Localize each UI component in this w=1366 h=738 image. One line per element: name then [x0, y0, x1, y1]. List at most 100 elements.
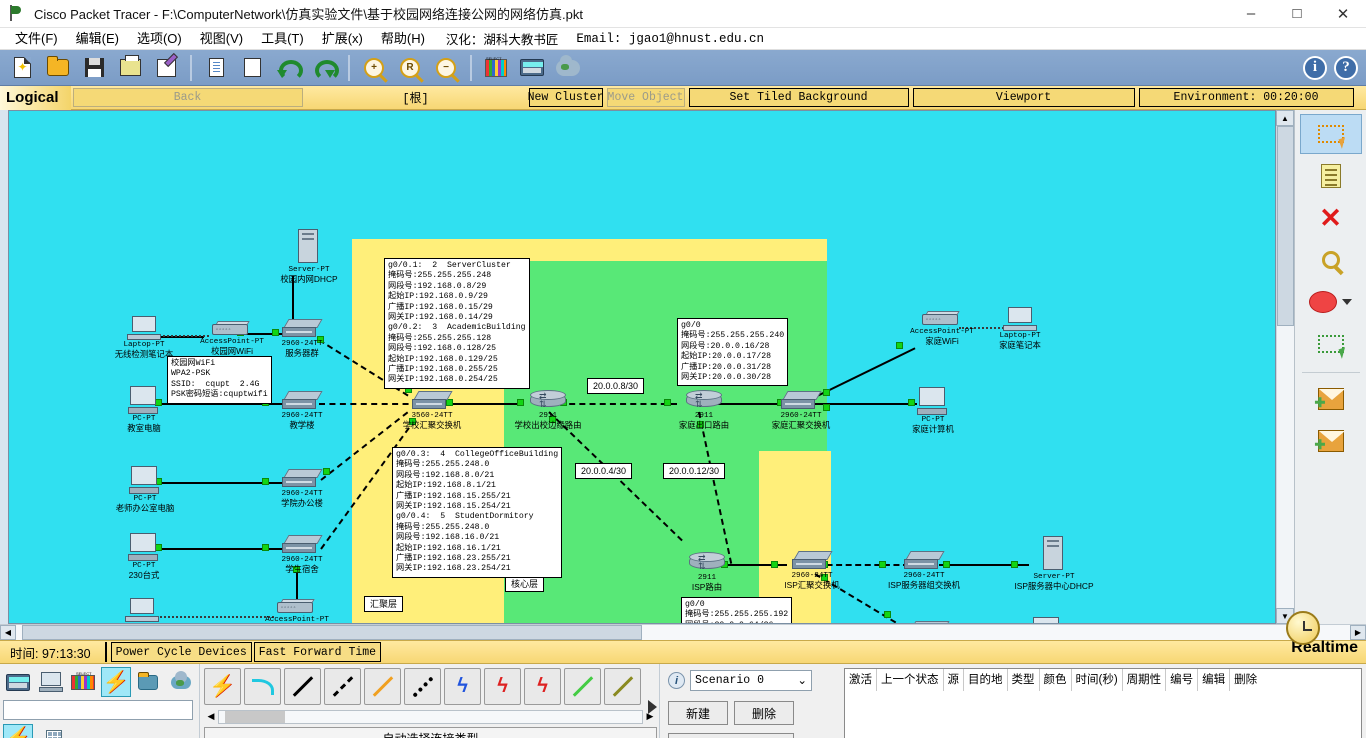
print-icon[interactable] — [113, 53, 147, 83]
device-router-isp[interactable]: ⇄ ⇅ 2911 ISP路由 — [679, 551, 735, 594]
serial-dce-icon[interactable]: ϟ — [484, 668, 521, 705]
menu-help[interactable]: 帮助(H) — [372, 28, 434, 50]
device-pc-dorm-desktop[interactable]: PC-PT 230台式 — [109, 533, 179, 582]
viewport-button[interactable]: Viewport — [912, 88, 1135, 107]
select-tool[interactable] — [1299, 114, 1362, 154]
zoom-out-icon[interactable]: − — [429, 53, 463, 83]
end-devices-icon[interactable] — [36, 667, 67, 697]
help-icon[interactable]: ? — [1334, 55, 1358, 80]
console-cable-icon[interactable] — [244, 668, 281, 705]
device-pc-home[interactable]: PC-PT 家庭计算机 — [899, 387, 967, 436]
device-server-campus-dhcp[interactable]: Server-PT 校园内网DHCP — [274, 229, 344, 286]
hscroll-thumb[interactable] — [22, 625, 642, 640]
close-button[interactable]: ✕ — [1320, 0, 1366, 28]
device-router-campus-edge[interactable]: ⇄ ⇅ 2911 学校出校边缘路由 — [499, 389, 597, 432]
info-icon[interactable]: i — [1303, 55, 1327, 80]
device-switch-server-cluster[interactable]: 2960-24TT 服务器群 — [264, 319, 340, 360]
phone-icon[interactable] — [404, 668, 441, 705]
scenario-select[interactable]: Scenario 0 ⌄ — [690, 670, 812, 691]
note-tool[interactable] — [1300, 156, 1362, 196]
palette-icon[interactable] — [479, 53, 513, 83]
info-icon[interactable]: i — [668, 672, 685, 689]
edit-icon[interactable] — [149, 53, 183, 83]
add-complex-pdu-tool[interactable]: ✚ — [1300, 421, 1362, 461]
device-search-input[interactable] — [3, 700, 193, 720]
device-pc-isp-mgmt[interactable]: PC-PTISP管理中心主机 — [1004, 617, 1090, 623]
octal-icon[interactable] — [564, 668, 601, 705]
conn-scroll-thumb[interactable] — [225, 710, 285, 723]
conn-scroll-left-icon[interactable]: ◀ — [204, 710, 218, 724]
device-switch-student-dormitory[interactable]: 2960-24TT 学生宿舍 — [264, 535, 340, 576]
device-laptop-wireless-test[interactable]: Laptop-PT 无线检测笔记本 — [104, 316, 184, 361]
connection-scrollbar[interactable]: ◀ ▶ — [204, 709, 657, 724]
fast-forward-time-button[interactable]: Fast Forward Time — [253, 642, 382, 662]
environment-button[interactable]: Environment: 00:20:00 — [1138, 88, 1354, 107]
delete-scenario-button[interactable]: 删除 — [734, 701, 794, 725]
device-switch-isp-mgmt[interactable]: 2960-24TTISP管理中心主机交换机 — [874, 621, 984, 623]
scroll-right-icon[interactable]: ▶ — [1350, 625, 1366, 640]
undo-icon[interactable] — [271, 53, 305, 83]
resize-shape-tool[interactable] — [1300, 324, 1362, 364]
copper-crossover-icon[interactable] — [324, 668, 361, 705]
device-icon[interactable] — [515, 53, 549, 83]
power-cycle-devices-button[interactable]: Power Cycle Devices — [110, 642, 252, 662]
device-switch-home-aggregation[interactable]: 2960-24TT 家庭汇聚交换机 — [757, 391, 845, 432]
hscroll-track[interactable] — [16, 625, 1350, 640]
ieee1394-icon[interactable] — [604, 668, 641, 705]
auto-connect-icon[interactable]: ⚡ — [204, 668, 241, 705]
misc-icon[interactable] — [133, 667, 164, 697]
draw-shape-tool[interactable] — [1300, 282, 1362, 322]
new-scenario-button[interactable]: 新建 — [668, 701, 728, 725]
maximize-button[interactable]: □ — [1274, 0, 1320, 28]
panel-expand-icon[interactable] — [648, 700, 657, 714]
scroll-up-icon[interactable]: ▲ — [1276, 110, 1294, 126]
new-file-icon[interactable]: ✦ — [5, 53, 39, 83]
minimize-button[interactable]: – — [1228, 0, 1274, 28]
clock-icon[interactable] — [1286, 611, 1320, 645]
logical-canvas[interactable]: 核心层 汇聚层 Server-PT 校园内网DHCP Laptop-PT 无线检… — [8, 110, 1276, 624]
menu-extensions[interactable]: 扩展(x) — [313, 28, 372, 50]
cloud-icon[interactable] — [551, 53, 585, 83]
device-laptop-dorm[interactable]: Laptop-PT230笔记本 — [104, 598, 180, 623]
move-object-button[interactable]: Move Object — [606, 88, 685, 107]
copy-icon[interactable] — [199, 53, 233, 83]
new-cluster-button[interactable]: New Cluster — [528, 88, 603, 107]
device-laptop-home[interactable]: Laptop-PT 家庭笔记本 — [984, 307, 1056, 352]
canvas-vertical-scrollbar[interactable]: ▲ ▼ — [1276, 110, 1294, 624]
connections-bolt-icon[interactable]: ⚡ — [3, 724, 33, 738]
toggle-pdu-window-button[interactable]: 切换PDU列表窗口 — [668, 733, 794, 738]
zoom-in-icon[interactable]: + — [357, 53, 391, 83]
zoom-reset-icon[interactable]: R — [393, 53, 427, 83]
inspect-tool[interactable] — [1300, 240, 1362, 280]
redo-icon[interactable] — [307, 53, 341, 83]
menu-options[interactable]: 选项(O) — [128, 28, 191, 50]
serial-dte-icon[interactable]: ϟ — [524, 668, 561, 705]
add-simple-pdu-tool[interactable]: ✚ — [1300, 379, 1362, 419]
components-icon[interactable] — [68, 667, 99, 697]
device-switch-academic-building[interactable]: 2960-24TT 教学楼 — [264, 391, 340, 432]
conn-scroll-track[interactable] — [218, 709, 643, 724]
logical-mode-label[interactable]: Logical — [0, 85, 71, 110]
network-devices-icon[interactable] — [3, 667, 34, 697]
multiuser-icon[interactable] — [166, 667, 197, 697]
device-switch-college-office[interactable]: 2960-24TT 学院办公楼 — [264, 469, 340, 510]
menu-file[interactable]: 文件(F) — [6, 28, 67, 50]
delete-tool[interactable]: ✕ — [1300, 198, 1362, 238]
open-folder-icon[interactable] — [41, 53, 75, 83]
menu-view[interactable]: 视图(V) — [191, 28, 252, 50]
coaxial-icon[interactable]: ϟ — [444, 668, 481, 705]
fiber-icon[interactable] — [364, 668, 401, 705]
device-ap-dorm-wifi[interactable]: ◦◦◦◦◦ AccessPoint-PT寝室WiFi — [254, 599, 340, 623]
chevron-down-icon[interactable] — [1342, 299, 1352, 305]
canvas-horizontal-scrollbar[interactable]: ◀ ▶ — [0, 624, 1366, 640]
device-switch-isp-server-group[interactable]: 2960-24TT ISP服务器组交换机 — [874, 551, 974, 592]
device-router-home-exit[interactable]: ⇄ ⇅ 2911 家庭出口路由 — [659, 389, 749, 432]
set-tiled-background-button[interactable]: Set Tiled Background — [688, 88, 909, 107]
connections-icon[interactable]: ⚡ — [100, 667, 131, 697]
scroll-track[interactable] — [1276, 126, 1294, 608]
paste-icon[interactable] — [235, 53, 269, 83]
menu-tools[interactable]: 工具(T) — [252, 28, 313, 50]
device-switch-campus-aggregation[interactable]: 3560-24TT 学校汇聚交换机 — [389, 391, 475, 432]
scroll-left-icon[interactable]: ◀ — [0, 625, 16, 640]
copper-straight-icon[interactable] — [284, 668, 321, 705]
